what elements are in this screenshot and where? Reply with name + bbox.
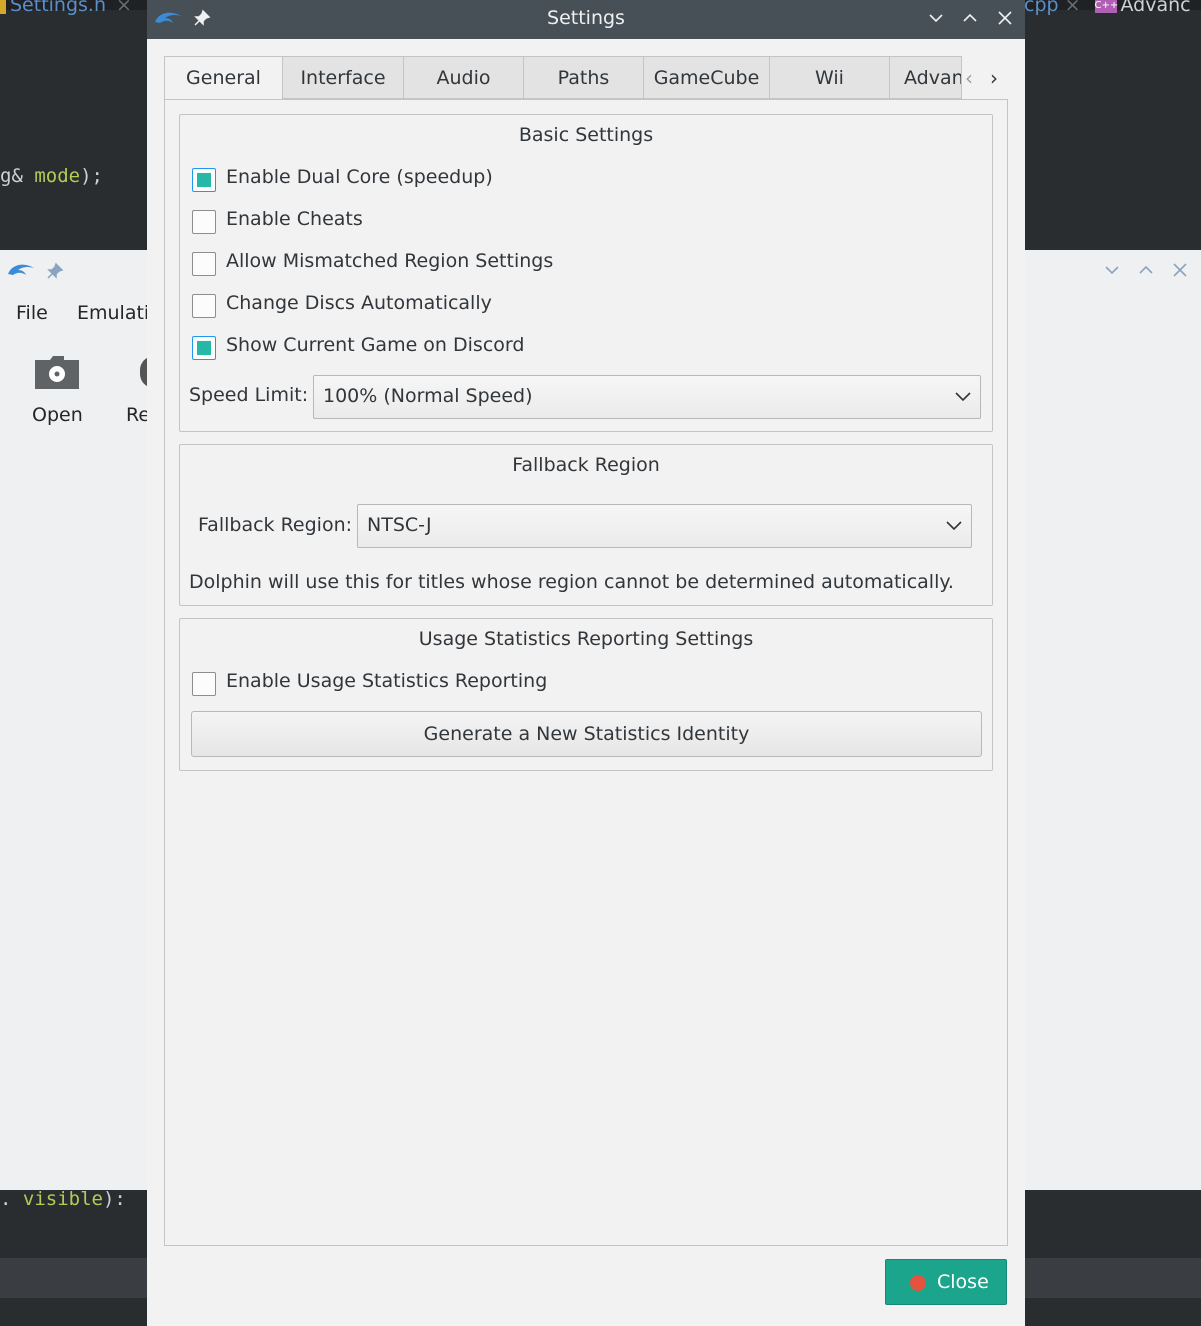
- generate-statistics-identity-button[interactable]: Generate a New Statistics Identity: [191, 711, 982, 757]
- fallback-region-group: Fallback Region Fallback Region: NTSC-J …: [179, 444, 993, 606]
- dolphin-logo-icon: [8, 264, 34, 275]
- minimize-icon[interactable]: [926, 8, 946, 28]
- tab-paths[interactable]: Paths: [524, 56, 644, 99]
- code-identifier: mode: [34, 165, 81, 187]
- group-title: Fallback Region: [512, 454, 660, 476]
- editor-tab-label: cpp: [1024, 0, 1059, 16]
- fallback-region-value: NTSC-J: [367, 514, 432, 536]
- editor-tab-close-icon[interactable]: ×: [1065, 0, 1081, 16]
- tab-general[interactable]: General: [164, 56, 283, 101]
- tab-advanced[interactable]: Advan: [890, 56, 962, 99]
- code-text: ):: [102, 1188, 126, 1210]
- close-button-label: Close: [937, 1271, 989, 1293]
- tab-gamecube[interactable]: GameCube: [644, 56, 770, 99]
- header-file-icon: [0, 0, 6, 14]
- close-window-icon[interactable]: [1170, 260, 1190, 280]
- editor-tab-label: Advanc: [1120, 0, 1191, 16]
- checkbox-label: Enable Cheats: [226, 208, 363, 230]
- editor-tab-close-icon[interactable]: ×: [116, 0, 132, 16]
- fallback-region-description: Dolphin will use this for titles whose r…: [189, 571, 954, 593]
- dialog-title-bar: Settings: [147, 0, 1025, 39]
- code-identifier: visible: [22, 1188, 103, 1210]
- chevron-down-icon: [955, 392, 971, 402]
- general-tab-pane: Basic Settings Enable Dual Core (speedup…: [164, 99, 1008, 1246]
- pin-icon[interactable]: [46, 262, 64, 280]
- group-title: Usage Statistics Reporting Settings: [418, 628, 754, 650]
- tab-wii[interactable]: Wii: [770, 56, 890, 99]
- mismatched-region-checkbox[interactable]: [192, 252, 216, 276]
- cheats-checkbox[interactable]: [192, 210, 216, 234]
- settings-tab-bar: General Interface Audio Paths GameCube W…: [164, 56, 1012, 101]
- close-button[interactable]: Close: [885, 1259, 1007, 1305]
- dialog-title: Settings: [547, 7, 625, 29]
- code-text: g&: [0, 165, 35, 187]
- fallback-region-label: Fallback Region:: [198, 514, 353, 536]
- cpp-file-icon: C++: [1094, 0, 1119, 13]
- tab-scroll-left-icon[interactable]: ‹: [965, 66, 973, 90]
- close-icon: [910, 1275, 926, 1291]
- checkbox-label: Change Discs Automatically: [226, 292, 492, 314]
- speed-limit-value: 100% (Normal Speed): [323, 385, 533, 407]
- editor-tab-label: Settings.h: [10, 0, 107, 16]
- toolbar-open-label[interactable]: Open: [32, 404, 83, 426]
- code-line: g& mode);: [0, 165, 103, 187]
- usage-statistics-group: Usage Statistics Reporting Settings Enab…: [179, 618, 993, 771]
- checkbox-label: Show Current Game on Discord: [226, 334, 525, 356]
- maximize-icon[interactable]: [960, 8, 980, 28]
- change-discs-checkbox[interactable]: [192, 294, 216, 318]
- editor-tab-settings-h[interactable]: Settings.h ×: [0, 0, 132, 16]
- tab-scroll-right-icon[interactable]: ›: [990, 66, 998, 90]
- code-line: . visible):: [0, 1188, 126, 1210]
- code-text: );: [80, 165, 103, 187]
- tab-audio[interactable]: Audio: [404, 56, 524, 99]
- group-title: Basic Settings: [518, 124, 654, 146]
- close-window-icon[interactable]: [995, 8, 1015, 28]
- minimize-icon[interactable]: [1102, 260, 1122, 280]
- tab-interface[interactable]: Interface: [283, 56, 404, 99]
- checkbox-label: Allow Mismatched Region Settings: [226, 250, 554, 272]
- checkbox-label: Enable Dual Core (speedup): [226, 166, 493, 188]
- editor-tab-advanced[interactable]: cpp × C++ Advanc: [1024, 0, 1191, 16]
- chevron-down-icon: [946, 521, 962, 531]
- dual-core-checkbox[interactable]: [192, 168, 216, 192]
- menu-emulation[interactable]: Emulati: [77, 302, 149, 324]
- settings-dialog: Settings General Interface Audio Paths G…: [147, 0, 1025, 1326]
- basic-settings-group: Basic Settings Enable Dual Core (speedup…: [179, 114, 993, 432]
- code-text: .: [0, 1188, 23, 1210]
- menu-file[interactable]: File: [16, 302, 48, 324]
- speed-limit-dropdown[interactable]: 100% (Normal Speed): [313, 375, 981, 419]
- fallback-region-dropdown[interactable]: NTSC-J: [357, 504, 972, 548]
- speed-limit-label: Speed Limit:: [189, 384, 309, 406]
- folder-disc-icon[interactable]: [34, 354, 80, 390]
- checkbox-label: Enable Usage Statistics Reporting: [226, 670, 548, 692]
- maximize-icon[interactable]: [1136, 260, 1156, 280]
- usage-statistics-checkbox[interactable]: [192, 672, 216, 696]
- discord-checkbox[interactable]: [192, 336, 216, 360]
